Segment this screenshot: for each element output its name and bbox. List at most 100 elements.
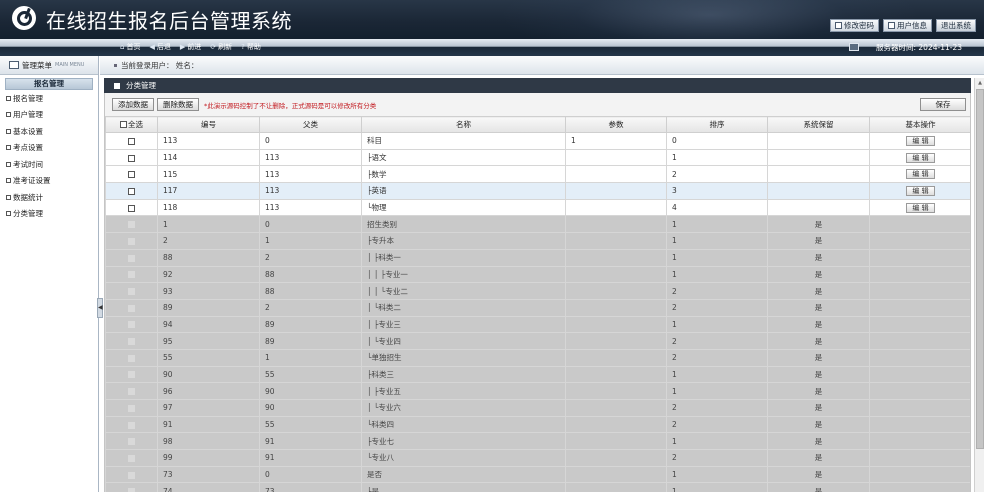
sidebar-section-active[interactable]: 报名管理 [5,78,93,90]
row-checkbox[interactable] [128,204,135,212]
table-row[interactable]: 98 91 ├专业七 1 是 [105,432,970,451]
table-row[interactable]: 96 90 │ ├专业五 1 是 [105,382,970,400]
column-header-actions: 基本操作 [869,116,970,133]
table-row[interactable]: 118 113 └物理 4 编 辑 [105,198,970,217]
sidebar-item[interactable]: 准考证设置 [0,173,98,190]
select-all-header[interactable]: 全选 [105,116,158,133]
cell-sort: 2 [666,348,768,367]
sidebar-item[interactable]: 基本设置 [0,123,98,140]
table-row[interactable]: 99 91 └专业八 2 是 [105,449,970,467]
nav-back[interactable]: ◀ 后退 [149,42,170,52]
cell-parent: 113 [259,148,362,167]
row-checkbox [128,488,135,492]
menu-bullet-icon [6,95,11,101]
cell-param: 1 [565,132,667,150]
header-actions: 修改密码 用户信息 退出系统 [830,19,976,32]
forward-icon: ▶ [179,43,186,51]
column-header-name: 名称 [361,116,566,133]
sidebar-item[interactable]: 报名管理 [0,90,98,107]
scrollbar-thumb[interactable] [976,89,984,449]
cell-parent: 1 [259,348,362,367]
cell-select [105,248,158,267]
row-checkbox[interactable] [128,187,135,195]
sidebar-item[interactable]: 考点设置 [0,140,98,157]
table-row[interactable]: 89 2 │ └科类二 2 是 [105,298,970,317]
cell-sort: 1 [666,148,768,167]
row-checkbox [128,271,135,279]
change-password-button[interactable]: 修改密码 [830,19,879,32]
cell-sort: 1 [666,265,768,284]
edit-button[interactable]: 编 辑 [906,135,935,146]
row-checkbox [128,321,135,329]
cell-select [105,449,158,467]
vertical-scrollbar[interactable]: ▲ [974,78,984,492]
cell-system: 是 [767,282,870,300]
table-row[interactable]: 88 2 │ ├科类一 1 是 [105,248,970,267]
cell-sort: 2 [666,282,768,300]
table-row[interactable]: 115 113 ├数学 2 编 辑 [105,165,970,184]
logout-button[interactable]: 退出系统 [936,19,976,32]
row-checkbox[interactable] [128,171,135,179]
cell-select [105,432,158,451]
table-row[interactable]: 114 113 ├语文 1 编 辑 [105,148,970,167]
sidebar: 管理菜单 MAIN MENU 报名管理 报名管理 用户管理 基本设置 考点设置 考试时间… [0,56,99,492]
delete-data-button[interactable]: 删除数据 [157,98,199,111]
table-row[interactable]: 113 0 科目 1 0 编 辑 [105,132,970,150]
select-all-checkbox[interactable] [120,121,127,128]
cell-actions [869,298,970,317]
cell-param [565,148,667,167]
table-row[interactable]: 1 0 招生类别 1 是 [105,215,970,234]
table-row[interactable]: 91 55 └科类四 2 是 [105,415,970,434]
save-button[interactable]: 保存 [920,98,966,111]
table-row[interactable]: 2 1 ├专升本 1 是 [105,232,970,250]
sidebar-item[interactable]: 数据统计 [0,189,98,206]
table-row[interactable]: 93 88 │ │ └专业二 2 是 [105,282,970,300]
back-icon: ◀ [149,43,155,51]
nav-help[interactable]: ? 帮助 [241,42,261,52]
user-info-button[interactable]: 用户信息 [883,19,932,32]
row-checkbox [128,221,135,229]
nav-forward[interactable]: ▶ 前进 [180,42,201,52]
sidebar-item[interactable]: 用户管理 [0,107,98,124]
monitor-icon[interactable] [849,43,859,51]
cell-parent: 91 [259,449,362,467]
row-checkbox[interactable] [128,137,135,145]
table-row[interactable]: 92 88 │ │ ├专业一 1 是 [105,265,970,284]
menu-bullet-icon [6,145,11,151]
edit-button[interactable]: 编 辑 [906,169,935,180]
row-checkbox[interactable] [128,154,135,162]
column-header-param: 参数 [565,116,667,133]
sidebar-item[interactable]: 考试时间 [0,156,98,173]
table-row[interactable]: 90 55 ├科类三 1 是 [105,365,970,384]
cell-system: 是 [767,482,870,492]
cell-select [105,465,158,484]
nav-refresh[interactable]: ⟳ 刷新 [210,42,232,52]
edit-button[interactable]: 编 辑 [906,152,935,163]
table-row[interactable]: 94 89 │ ├专业三 1 是 [105,315,970,334]
menu-bullet-icon [6,128,11,134]
table-row[interactable]: 95 89 │ └专业四 2 是 [105,332,970,350]
table-row[interactable]: 97 90 │ └专业六 2 是 [105,399,970,417]
menu-bullet-icon [6,112,11,118]
edit-button[interactable]: 编 辑 [906,202,935,213]
scroll-up-icon[interactable]: ▲ [975,78,984,88]
sidebar-item[interactable]: 分类管理 [0,206,98,223]
cell-param [565,348,667,367]
edit-button[interactable]: 编 辑 [906,185,935,196]
nav-home[interactable]: ⌂ 首页 [120,42,140,52]
table-row[interactable]: 74 73 ├是 1 是 [105,482,970,492]
table-row[interactable]: 73 0 是否 1 是 [105,465,970,484]
cell-parent: 90 [259,399,362,417]
cell-select [105,148,158,167]
cell-name: └科类四 [361,415,566,434]
add-data-button[interactable]: 添加数据 [112,98,154,111]
cell-sort: 1 [666,248,768,267]
sidebar-collapse-handle[interactable]: ◀ [97,298,103,318]
cell-select [105,132,158,150]
table-row[interactable]: 117 113 ├英语 3 编 辑 [105,182,970,200]
table-row[interactable]: 55 1 └单独招生 2 是 [105,348,970,367]
sidebar-item-label: 准考证设置 [13,176,51,186]
menu-bullet-icon [6,211,11,217]
app-header: 在线招生报名后台管理系统 修改密码 用户信息 退出系统 [0,0,984,39]
sidebar-menu: 报名管理 用户管理 基本设置 考点设置 考试时间准考证设置数据统计 分类管理 [0,90,98,222]
